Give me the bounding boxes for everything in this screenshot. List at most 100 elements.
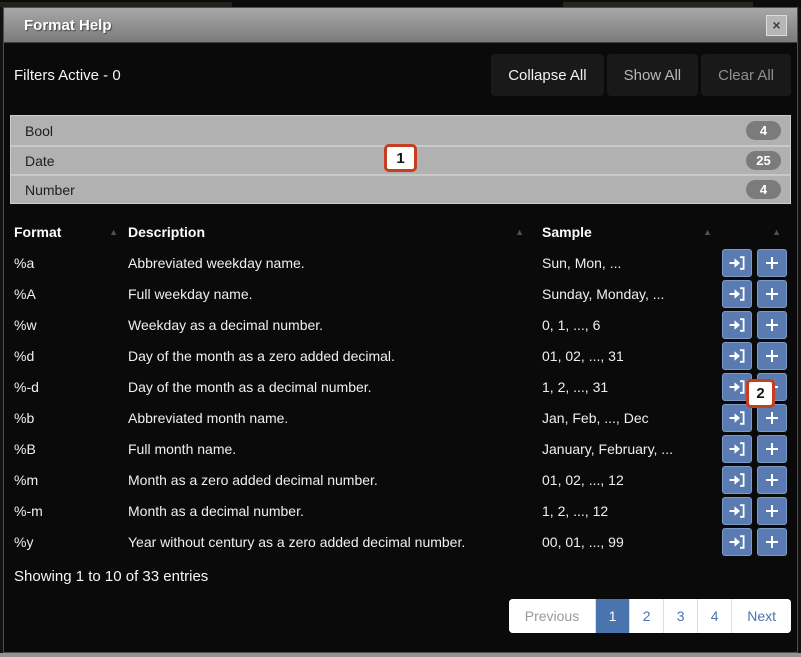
add-format-button[interactable] [757, 249, 787, 277]
next-page-button[interactable]: Next [731, 599, 791, 633]
close-icon: × [772, 18, 780, 32]
table-row: %bAbbreviated month name.Jan, Feb, ..., … [10, 402, 791, 433]
add-format-button[interactable] [757, 342, 787, 370]
filters-active-label: Filters Active - 0 [10, 67, 121, 84]
add-format-button[interactable] [757, 528, 787, 556]
table-row: %aAbbreviated weekday name.Sun, Mon, ... [10, 247, 791, 278]
table-row: %-dDay of the month as a decimal number.… [10, 371, 791, 402]
format-cell: %y [10, 534, 124, 550]
insert-format-button[interactable] [722, 435, 752, 463]
add-filter-icon [765, 504, 779, 518]
insert-into-field-icon [729, 380, 745, 394]
format-cell: %A [10, 286, 124, 302]
dialog-content: Filters Active - 0 Collapse All Show All… [4, 43, 797, 633]
add-filter-icon [765, 318, 779, 332]
table-row: %yYear without century as a zero added d… [10, 526, 791, 557]
toolbar-buttons: Collapse All Show All Clear All [491, 54, 791, 96]
description-cell: Year without century as a zero added dec… [124, 534, 538, 550]
description-cell: Full weekday name. [124, 286, 538, 302]
table-header: Format ▲ Description ▲ Sample ▲ ▲ [10, 217, 791, 247]
description-cell: Day of the month as a decimal number. [124, 379, 538, 395]
format-cell: %a [10, 255, 124, 271]
annotation-callout-2: 2 [746, 379, 775, 408]
close-button[interactable]: × [766, 15, 787, 36]
insert-into-field-icon [729, 442, 745, 456]
add-format-button[interactable] [757, 497, 787, 525]
accordion-section-number[interactable]: Number 4 [11, 174, 790, 203]
insert-format-button[interactable] [722, 342, 752, 370]
description-cell: Abbreviated weekday name. [124, 255, 538, 271]
entries-status: Showing 1 to 10 of 33 entries [10, 568, 791, 585]
insert-format-button[interactable] [722, 404, 752, 432]
add-format-button[interactable] [757, 280, 787, 308]
format-cell: %d [10, 348, 124, 364]
page-button-3[interactable]: 3 [663, 599, 697, 633]
filter-toolbar: Filters Active - 0 Collapse All Show All… [10, 54, 791, 96]
insert-format-button[interactable] [722, 249, 752, 277]
add-filter-icon [765, 411, 779, 425]
add-format-button[interactable] [757, 435, 787, 463]
column-header-sample[interactable]: Sample ▲ [538, 224, 722, 240]
table-row: %BFull month name.January, February, ... [10, 433, 791, 464]
pagination-group: Previous 1 2 3 4 Next [509, 599, 791, 633]
page-background-top [0, 0, 801, 7]
table-row: %dDay of the month as a zero added decim… [10, 340, 791, 371]
add-format-button[interactable] [757, 466, 787, 494]
page-button-2[interactable]: 2 [629, 599, 663, 633]
collapse-all-button[interactable]: Collapse All [491, 54, 603, 96]
format-cell: %m [10, 472, 124, 488]
format-cell: %-d [10, 379, 124, 395]
format-cell: %B [10, 441, 124, 457]
description-cell: Abbreviated month name. [124, 410, 538, 426]
previous-page-button[interactable]: Previous [509, 599, 595, 633]
insert-format-button[interactable] [722, 497, 752, 525]
annotation-callout-1: 1 [384, 144, 417, 172]
sample-cell: 00, 01, ..., 99 [538, 534, 722, 550]
page-button-1[interactable]: 1 [595, 599, 629, 633]
add-filter-icon [765, 287, 779, 301]
add-format-button[interactable] [757, 311, 787, 339]
page-background-bottom [0, 653, 801, 657]
description-cell: Month as a decimal number. [124, 503, 538, 519]
description-cell: Weekday as a decimal number. [124, 317, 538, 333]
table-row: %-mMonth as a decimal number.1, 2, ..., … [10, 495, 791, 526]
insert-into-field-icon [729, 504, 745, 518]
format-table-body: %aAbbreviated weekday name.Sun, Mon, ...… [10, 247, 791, 557]
column-header-format[interactable]: Format ▲ [10, 224, 124, 240]
clear-all-button[interactable]: Clear All [701, 54, 791, 96]
format-help-dialog: Format Help × Filters Active - 0 Collaps… [3, 7, 798, 653]
sort-asc-icon: ▲ [772, 227, 781, 237]
description-cell: Month as a zero added decimal number. [124, 472, 538, 488]
add-filter-icon [765, 535, 779, 549]
sample-cell: 01, 02, ..., 31 [538, 348, 722, 364]
sample-cell: 0, 1, ..., 6 [538, 317, 722, 333]
dialog-title: Format Help [24, 17, 112, 34]
description-cell: Day of the month as a zero added decimal… [124, 348, 538, 364]
page-button-4[interactable]: 4 [697, 599, 731, 633]
sort-asc-icon: ▲ [109, 227, 118, 237]
show-all-button[interactable]: Show All [607, 54, 699, 96]
insert-format-button[interactable] [722, 311, 752, 339]
sample-cell: Jan, Feb, ..., Dec [538, 410, 722, 426]
insert-format-button[interactable] [722, 466, 752, 494]
add-filter-icon [765, 349, 779, 363]
column-header-description[interactable]: Description ▲ [124, 224, 538, 240]
sample-cell: Sunday, Monday, ... [538, 286, 722, 302]
dialog-titlebar[interactable]: Format Help × [4, 8, 797, 43]
accordion-section-label: Number [25, 182, 75, 198]
sample-cell: 01, 02, ..., 12 [538, 472, 722, 488]
count-badge: 4 [746, 180, 781, 199]
insert-format-button[interactable] [722, 528, 752, 556]
count-badge: 25 [746, 151, 781, 170]
column-header-actions[interactable]: ▲ [757, 227, 791, 237]
insert-format-button[interactable] [722, 280, 752, 308]
sort-asc-icon: ▲ [703, 227, 712, 237]
insert-into-field-icon [729, 349, 745, 363]
insert-into-field-icon [729, 287, 745, 301]
description-cell: Full month name. [124, 441, 538, 457]
format-cell: %b [10, 410, 124, 426]
table-row: %wWeekday as a decimal number.0, 1, ...,… [10, 309, 791, 340]
accordion-section-bool[interactable]: Bool 4 [11, 116, 790, 145]
add-filter-icon [765, 442, 779, 456]
sort-asc-icon: ▲ [515, 227, 524, 237]
